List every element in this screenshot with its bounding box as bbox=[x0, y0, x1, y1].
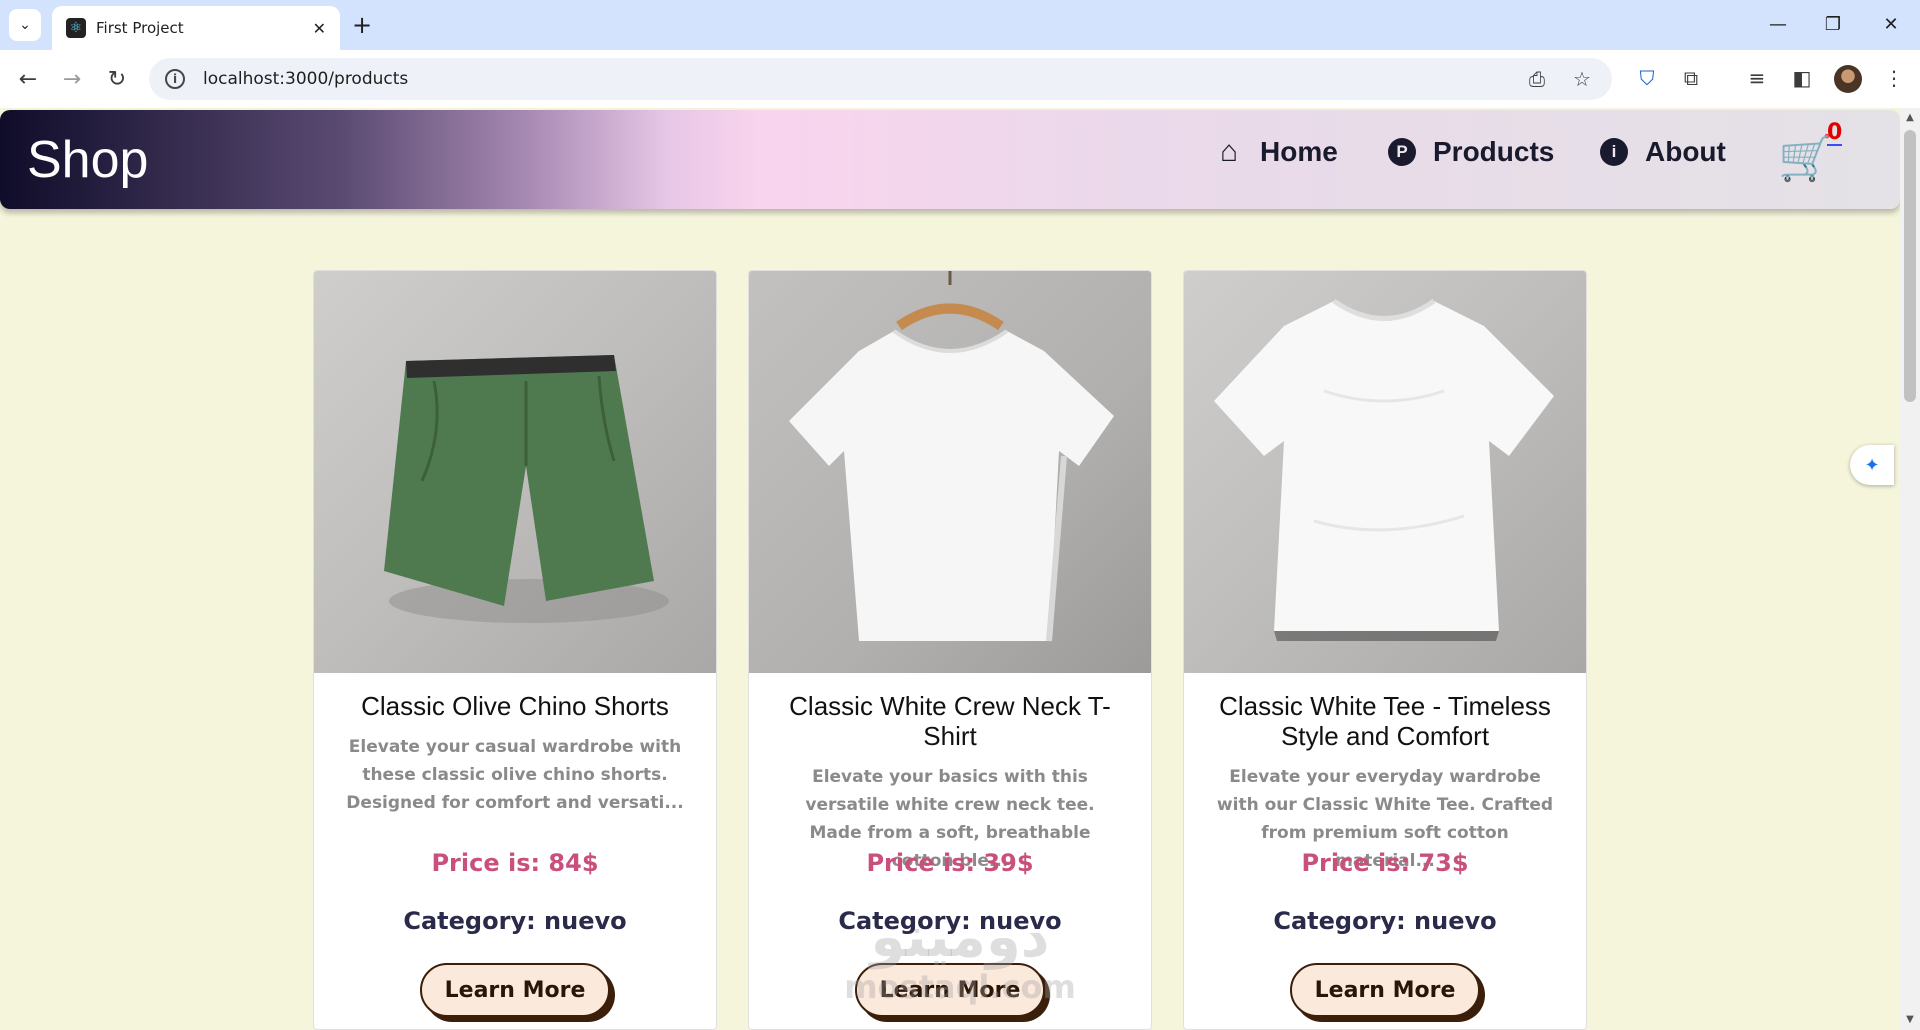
scroll-up-icon[interactable]: ▲ bbox=[1900, 112, 1920, 123]
tab-close-icon[interactable]: ✕ bbox=[313, 19, 326, 38]
product-price: Price is: 39$ bbox=[866, 849, 1034, 877]
profile-avatar[interactable] bbox=[1834, 65, 1862, 93]
media-control-icon[interactable]: ≡ bbox=[1743, 66, 1771, 90]
react-favicon-icon: ⚛ bbox=[66, 18, 86, 38]
product-card: Classic Olive Chino Shorts Elevate your … bbox=[313, 270, 717, 1030]
page-scrollbar[interactable]: ▲ ▼ bbox=[1900, 108, 1920, 1030]
nav-about-label: About bbox=[1645, 136, 1726, 167]
assistant-bubble-icon[interactable]: ✦ bbox=[1850, 445, 1894, 485]
side-panel-icon[interactable]: ◧ bbox=[1788, 66, 1816, 90]
nav-products-label: Products bbox=[1433, 136, 1555, 167]
site-info-icon[interactable]: i bbox=[165, 69, 185, 89]
scroll-thumb[interactable] bbox=[1904, 130, 1916, 402]
nav-home[interactable]: ⌂ Home bbox=[1215, 135, 1338, 168]
nav-home-label: Home bbox=[1260, 136, 1338, 167]
cart-icon[interactable]: 🛒 bbox=[1778, 132, 1833, 184]
window-close-icon[interactable]: ✕ bbox=[1866, 8, 1916, 42]
product-category: Category: nuevo bbox=[403, 907, 627, 935]
browser-toolbar: ← → ↻ i localhost:3000/products ⎙ ☆ ⛉ ⧉ … bbox=[0, 50, 1920, 108]
product-title: Classic Olive Chino Shorts bbox=[361, 691, 669, 721]
tab-search-chevron-icon[interactable]: ⌄ bbox=[9, 9, 41, 41]
url-text[interactable]: localhost:3000/products bbox=[203, 69, 408, 89]
product-price: Price is: 73$ bbox=[1301, 849, 1469, 877]
install-app-icon[interactable]: ⎙ bbox=[1529, 67, 1545, 91]
product-image-white-tee bbox=[1184, 271, 1586, 673]
browser-tab[interactable]: ⚛ First Project ✕ bbox=[52, 6, 340, 50]
minimize-icon[interactable]: — bbox=[1753, 8, 1803, 42]
extensions-puzzle-icon[interactable]: ⧉ bbox=[1677, 66, 1705, 90]
product-image-crew-neck-tee bbox=[749, 271, 1151, 673]
tab-title: First Project bbox=[96, 19, 184, 37]
shield-extension-icon[interactable]: ⛉ bbox=[1633, 66, 1661, 90]
product-price: Price is: 84$ bbox=[431, 849, 599, 877]
bookmark-star-icon[interactable]: ☆ bbox=[1573, 67, 1591, 91]
product-category: Category: nuevo bbox=[838, 907, 1062, 935]
info-circle-icon: i bbox=[1600, 138, 1628, 166]
house-icon: ⌂ bbox=[1219, 135, 1239, 168]
forward-arrow-icon[interactable]: → bbox=[55, 62, 89, 96]
product-title: Classic White Crew Neck T-Shirt bbox=[789, 691, 1111, 751]
site-header: Shop ⌂ Home P Products i About 🛒 0 bbox=[0, 110, 1900, 209]
product-card: Classic White Tee - Timeless Style and C… bbox=[1183, 270, 1587, 1030]
address-bar[interactable]: i localhost:3000/products ⎙ ☆ bbox=[149, 58, 1612, 100]
learn-more-button[interactable]: Learn More bbox=[855, 963, 1045, 1017]
reload-icon[interactable]: ↻ bbox=[100, 62, 134, 96]
product-description: Elevate your casual wardrobe with these … bbox=[346, 737, 684, 813]
restore-icon[interactable]: ❐ bbox=[1808, 8, 1858, 42]
product-card: Classic White Crew Neck T-Shirt Elevate … bbox=[748, 270, 1152, 1030]
page-viewport: Shop ⌂ Home P Products i About 🛒 0 Class… bbox=[0, 108, 1900, 1030]
browser-menu-icon[interactable]: ⋮ bbox=[1880, 66, 1908, 90]
nav-products[interactable]: P Products bbox=[1388, 136, 1554, 168]
shop-logo[interactable]: Shop bbox=[27, 130, 148, 190]
back-arrow-icon[interactable]: ← bbox=[11, 62, 45, 96]
browser-tab-bar: ⌄ ⚛ First Project ✕ + — ❐ ✕ bbox=[0, 0, 1920, 50]
nav-about[interactable]: i About bbox=[1600, 136, 1726, 168]
new-tab-icon[interactable]: + bbox=[352, 10, 372, 40]
product-title: Classic White Tee - Timeless Style and C… bbox=[1219, 691, 1551, 751]
p-circle-icon: P bbox=[1388, 138, 1416, 166]
learn-more-button[interactable]: Learn More bbox=[420, 963, 610, 1017]
scroll-down-icon[interactable]: ▼ bbox=[1900, 1014, 1920, 1025]
product-image-olive-shorts bbox=[314, 271, 716, 673]
product-category: Category: nuevo bbox=[1273, 907, 1497, 935]
learn-more-button[interactable]: Learn More bbox=[1290, 963, 1480, 1017]
cart-count-badge[interactable]: 0 bbox=[1827, 122, 1843, 146]
